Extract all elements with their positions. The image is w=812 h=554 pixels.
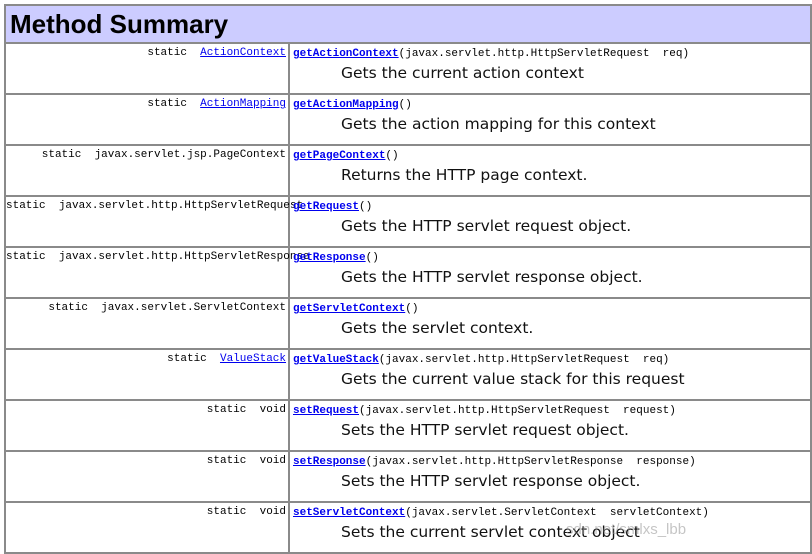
method-detail-cell: setServletContext(javax.servlet.ServletC…: [288, 501, 812, 554]
method-params: (javax.servlet.http.HttpServletRequest r…: [378, 354, 670, 366]
method-row: static javax.servlet.jsp.PageContext getP…: [4, 144, 812, 197]
return-type-text: void: [259, 404, 286, 416]
method-params: (): [398, 99, 412, 111]
method-name-link[interactable]: getActionMapping: [293, 99, 399, 111]
method-row: static void setServletContext(javax.servl…: [4, 501, 812, 554]
return-type-text: void: [259, 455, 286, 467]
modifier-type-cell: static void: [4, 501, 290, 554]
method-detail-cell: getActionMapping() Gets the action mappin…: [288, 93, 812, 146]
method-name-link[interactable]: getActionContext: [293, 48, 399, 60]
modifier-type-cell: static ValueStack: [4, 348, 290, 401]
method-signature: setResponse(javax.servlet.http.HttpServl…: [293, 455, 810, 469]
method-signature: getResponse(): [293, 251, 810, 265]
method-signature: getPageContext(): [293, 149, 810, 163]
method-detail-cell: setResponse(javax.servlet.http.HttpServl…: [288, 450, 812, 503]
method-detail-cell: getRequest() Gets the HTTP servlet reques…: [288, 195, 812, 248]
method-signature: getRequest(): [293, 200, 810, 214]
method-description: Returns the HTTP page context.: [341, 166, 588, 184]
method-name-link[interactable]: getRequest: [293, 201, 359, 213]
modifier-text: static: [147, 98, 201, 110]
return-type-link[interactable]: ActionContext: [200, 47, 286, 59]
method-signature: getActionMapping(): [293, 98, 810, 112]
modifier-text: static: [6, 251, 59, 263]
method-params: (): [405, 303, 419, 315]
method-detail-cell: setRequest(javax.servlet.http.HttpServle…: [288, 399, 812, 452]
method-detail-cell: getPageContext() Returns the HTTP page co…: [288, 144, 812, 197]
method-signature: getValueStack(javax.servlet.http.HttpSer…: [293, 353, 810, 367]
method-params: (javax.servlet.ServletContext servletCon…: [405, 507, 709, 519]
method-summary-heading: Method Summary: [4, 4, 812, 44]
method-params: (javax.servlet.http.HttpServletRequest r…: [359, 405, 676, 417]
modifier-type-cell: static ActionContext: [4, 42, 290, 95]
method-name-link[interactable]: getValueStack: [293, 354, 379, 366]
method-detail-cell: getActionContext(javax.servlet.http.Http…: [288, 42, 812, 95]
method-row: static void setRequest(javax.servlet.http…: [4, 399, 812, 452]
method-description: Gets the current value stack for this re…: [341, 370, 685, 388]
method-row: static ActionMapping getActionMapping() Ge…: [4, 93, 812, 146]
method-name-link[interactable]: getResponse: [293, 252, 366, 264]
method-row: static javax.servlet.http.HttpServletRes…: [4, 246, 812, 299]
method-params: (): [359, 201, 373, 213]
method-params: (): [385, 150, 399, 162]
modifier-type-cell: static javax.servlet.http.HttpServletRes…: [4, 246, 310, 299]
method-params: (javax.servlet.http.HttpServletRequest r…: [398, 48, 690, 60]
method-description: Sets the HTTP servlet request object.: [341, 421, 629, 439]
method-description: Gets the HTTP servlet request object.: [341, 217, 632, 235]
modifier-text: static: [48, 302, 102, 314]
method-description: Gets the current action context: [341, 64, 584, 82]
method-row: static void setResponse(javax.servlet.htt…: [4, 450, 812, 503]
method-name-link[interactable]: setResponse: [293, 456, 366, 468]
method-summary-table: Method Summary static ActionContext getAc…: [4, 4, 812, 554]
modifier-text: static: [206, 506, 260, 518]
modifier-type-cell: static javax.servlet.http.HttpServletReq…: [4, 195, 303, 248]
modifier-text: static: [6, 200, 59, 212]
method-params: (javax.servlet.http.HttpServletResponse …: [365, 456, 696, 468]
method-row: static ValueStack getValueStack(javax.ser…: [4, 348, 812, 401]
method-name-link[interactable]: setServletContext: [293, 507, 405, 519]
method-row: static javax.servlet.http.HttpServletReq…: [4, 195, 812, 248]
method-description: Sets the HTTP servlet response object.: [341, 472, 641, 490]
method-signature: setServletContext(javax.servlet.ServletC…: [293, 506, 810, 520]
modifier-type-cell: static javax.servlet.jsp.PageContext: [4, 144, 290, 197]
method-name-link[interactable]: getServletContext: [293, 303, 405, 315]
modifier-text: static: [147, 47, 201, 59]
method-row: static ActionContext getActionContext(jav…: [4, 42, 812, 95]
return-type-link[interactable]: ActionMapping: [200, 98, 286, 110]
method-description: Sets the current servlet context object: [341, 523, 640, 541]
method-detail-cell: getResponse() Gets the HTTP servlet respo…: [288, 246, 812, 299]
return-type-text: javax.servlet.jsp.PageContext: [94, 149, 286, 161]
method-params: (): [365, 252, 379, 264]
return-type-text: javax.servlet.ServletContext: [101, 302, 286, 314]
modifier-text: static: [167, 353, 220, 365]
return-type-link[interactable]: ValueStack: [220, 353, 286, 365]
return-type-text: void: [259, 506, 286, 518]
method-row: static javax.servlet.ServletContext getSe…: [4, 297, 812, 350]
method-detail-cell: getValueStack(javax.servlet.http.HttpSer…: [288, 348, 812, 401]
method-description: Gets the servlet context.: [341, 319, 534, 337]
return-type-text: javax.servlet.http.HttpServletResponse: [58, 251, 310, 263]
modifier-text: static: [41, 149, 95, 161]
method-description: Gets the action mapping for this context: [341, 115, 656, 133]
modifier-type-cell: static void: [4, 399, 290, 452]
method-name-link[interactable]: setRequest: [293, 405, 359, 417]
modifier-text: static: [206, 455, 260, 467]
return-type-text: javax.servlet.http.HttpServletRequest: [58, 200, 304, 212]
modifier-type-cell: static javax.servlet.ServletContext: [4, 297, 290, 350]
method-signature: setRequest(javax.servlet.http.HttpServle…: [293, 404, 810, 418]
method-name-link[interactable]: getPageContext: [293, 150, 385, 162]
modifier-type-cell: static void: [4, 450, 290, 503]
method-detail-cell: getServletContext() Gets the servlet cont…: [288, 297, 812, 350]
method-signature: getServletContext(): [293, 302, 810, 316]
modifier-type-cell: static ActionMapping: [4, 93, 290, 146]
modifier-text: static: [206, 404, 260, 416]
method-signature: getActionContext(javax.servlet.http.Http…: [293, 47, 810, 61]
method-description: Gets the HTTP servlet response object.: [341, 268, 643, 286]
